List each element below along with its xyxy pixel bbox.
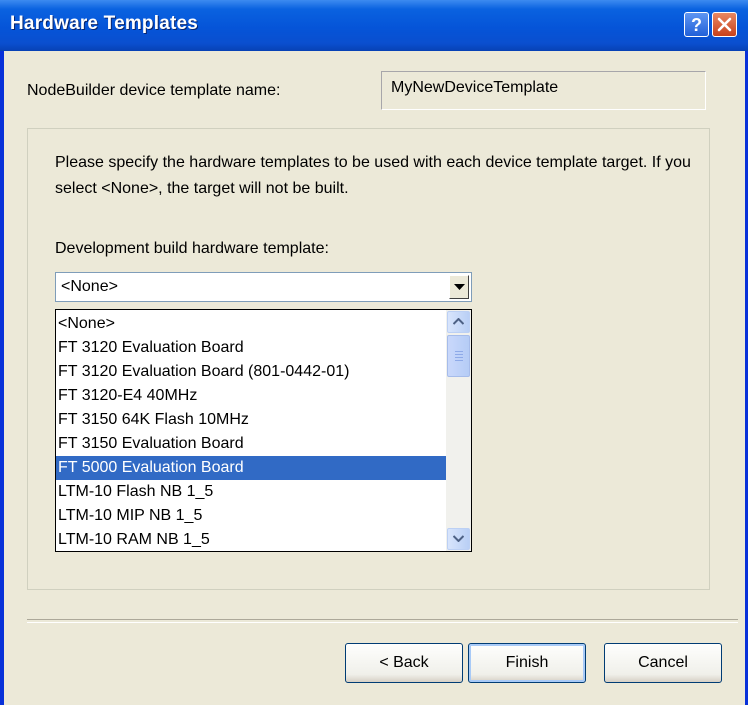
scrollbar-thumb[interactable] — [447, 335, 470, 377]
finish-button[interactable]: Finish — [468, 643, 586, 683]
scroll-up-button[interactable] — [447, 311, 470, 333]
dropdown-option[interactable]: FT 3120 Evaluation Board (801-0442-01) — [56, 360, 446, 384]
hardware-templates-dialog: Hardware Templates ? NodeBuilder device … — [0, 0, 748, 705]
scroll-down-button[interactable] — [447, 528, 470, 550]
chevron-down-icon — [454, 284, 465, 290]
close-icon — [717, 17, 732, 32]
title-bar[interactable]: Hardware Templates ? — [0, 0, 748, 51]
selected-template-value: <None> — [61, 278, 118, 295]
development-build-template-select[interactable]: <None> — [55, 272, 472, 302]
device-template-name-field: MyNewDeviceTemplate — [381, 71, 706, 110]
help-button[interactable]: ? — [684, 12, 709, 37]
chevron-up-icon — [453, 318, 464, 325]
thumb-grip-line — [455, 351, 463, 352]
device-template-name-label: NodeBuilder device template name: — [27, 82, 281, 99]
window-border-left — [0, 51, 4, 705]
dropdown-option[interactable]: FT 3120 Evaluation Board — [56, 336, 446, 360]
dropdown-arrow-button[interactable] — [449, 275, 469, 299]
thumb-grip-line — [455, 357, 463, 358]
device-template-name-value: MyNewDeviceTemplate — [391, 79, 559, 96]
dropdown-items: <None> FT 3120 Evaluation Board FT 3120 … — [56, 312, 446, 551]
dropdown-option[interactable]: FT 3120-E4 40MHz — [56, 384, 446, 408]
close-button[interactable] — [712, 12, 737, 37]
chevron-down-icon — [453, 535, 464, 542]
thumb-grip-line — [455, 354, 463, 355]
cancel-button[interactable]: Cancel — [604, 643, 722, 683]
dropdown-option[interactable]: <None> — [56, 312, 446, 336]
thumb-grip-line — [455, 360, 463, 361]
window-title: Hardware Templates — [10, 13, 199, 34]
question-mark-icon: ? — [691, 15, 702, 35]
dropdown-option[interactable]: FT 5000 Evaluation Board — [56, 456, 446, 480]
dropdown-option[interactable]: FT 3150 64K Flash 10MHz — [56, 408, 446, 432]
dropdown-option[interactable]: FT 3150 Evaluation Board — [56, 432, 446, 456]
dropdown-option[interactable]: LTM-10 MIP NB 1_5 — [56, 504, 446, 528]
svg-text:?: ? — [691, 15, 702, 35]
instructions-text: Please specify the hardware templates to… — [55, 154, 691, 197]
template-dropdown-list: <None> FT 3120 Evaluation Board FT 3120 … — [55, 309, 472, 552]
dropdown-option[interactable]: LTM-10 RAM NB 1_5 — [56, 528, 446, 551]
dropdown-option[interactable]: LTM-10 Flash NB 1_5 — [56, 480, 446, 504]
development-build-label: Development build hardware template: — [55, 240, 329, 257]
button-separator — [27, 619, 738, 623]
dropdown-scrollbar[interactable] — [446, 310, 471, 551]
back-button[interactable]: < Back — [345, 643, 463, 683]
